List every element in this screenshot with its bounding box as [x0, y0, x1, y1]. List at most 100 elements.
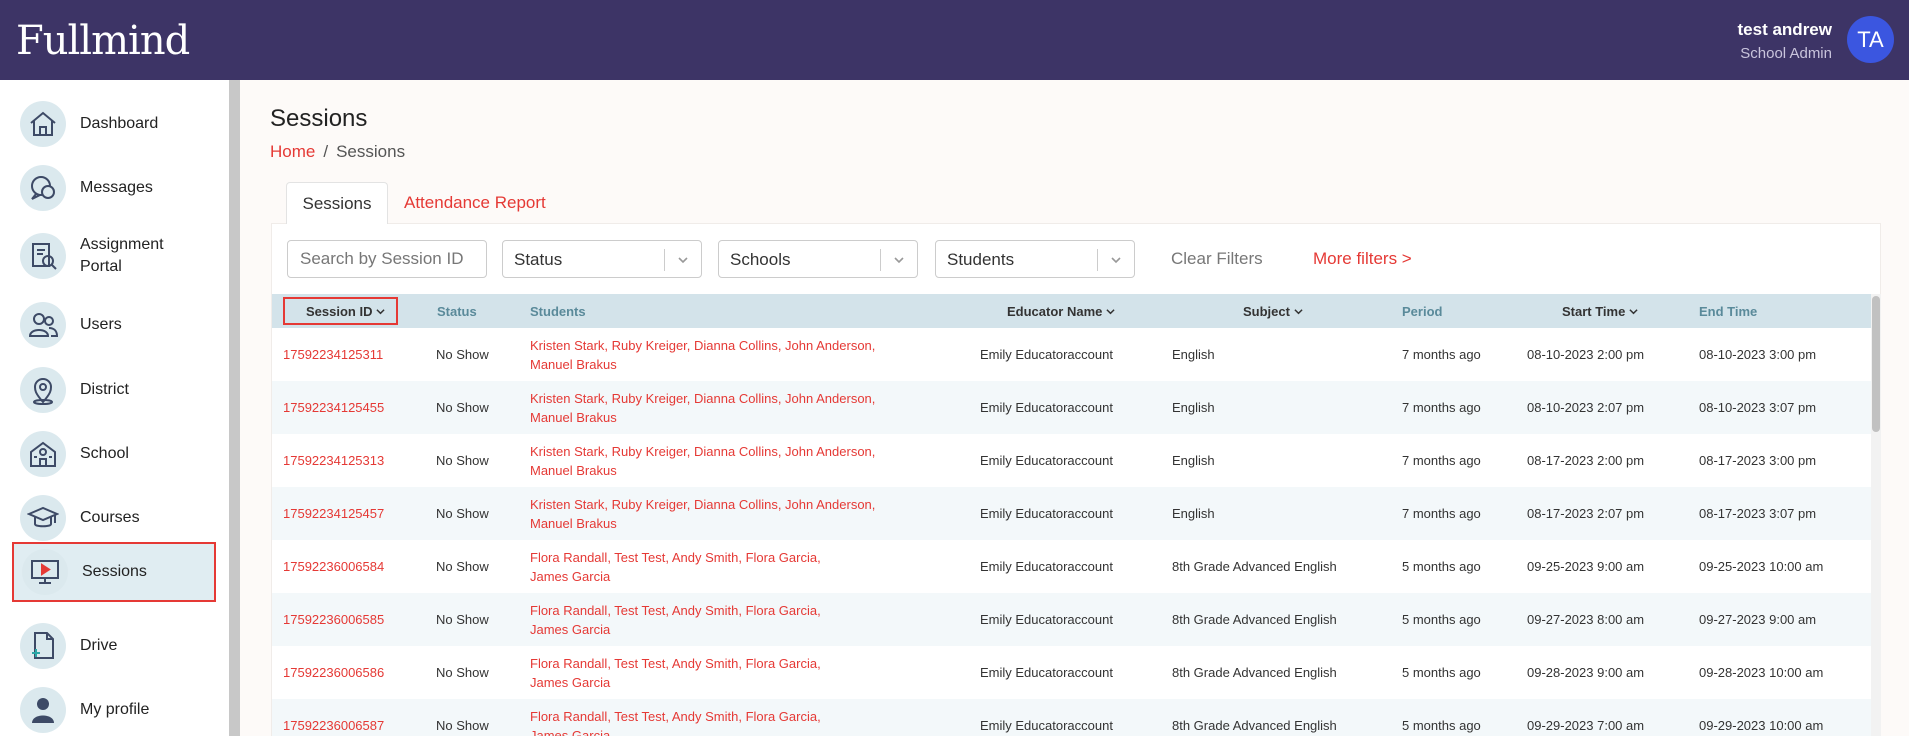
sidebar-item-sessions[interactable]: Sessions — [12, 542, 216, 602]
session-id-link[interactable]: 17592236006585 — [283, 612, 384, 627]
column-header-start-time[interactable]: Start Time — [1562, 294, 1638, 328]
students-line[interactable]: Manuel Brakus — [530, 408, 910, 427]
subject-cell: English — [1172, 453, 1215, 468]
sidebar-item-district[interactable]: District — [12, 361, 216, 419]
avatar[interactable]: TA — [1847, 16, 1894, 63]
students-line[interactable]: Manuel Brakus — [530, 514, 910, 533]
students-line[interactable]: Kristen Stark, Ruby Kreiger, Dianna Coll… — [530, 389, 910, 408]
subject-cell: English — [1172, 506, 1215, 521]
fullmind-logo[interactable]: Fullmind — [16, 18, 190, 64]
document-search-icon — [20, 233, 66, 279]
sidebar-item-assignment-portal[interactable]: Assignment Portal — [12, 223, 216, 289]
students-line[interactable]: Kristen Stark, Ruby Kreiger, Dianna Coll… — [530, 495, 910, 514]
table-row[interactable]: 17592236006584 No Show Flora Randall, Te… — [272, 540, 1871, 593]
students-line[interactable]: Manuel Brakus — [530, 461, 910, 480]
students-cell[interactable]: Kristen Stark, Ruby Kreiger, Dianna Coll… — [530, 389, 910, 427]
start-time-cell: 08-17-2023 2:07 pm — [1527, 506, 1645, 521]
students-line[interactable]: James Garcia — [530, 673, 910, 692]
start-time-cell: 09-28-2023 9:00 am — [1527, 665, 1645, 680]
session-id-link[interactable]: 17592236006586 — [283, 665, 384, 680]
students-line[interactable]: Flora Randall, Test Test, Andy Smith, Fl… — [530, 707, 910, 726]
sidebar-item-label: Assignment Portal — [80, 236, 164, 275]
session-id-link[interactable]: 17592234125455 — [283, 400, 384, 415]
page-title: Sessions — [270, 105, 368, 132]
table-row[interactable]: 17592234125455 No Show Kristen Stark, Ru… — [272, 381, 1871, 434]
session-id-sort-highlight — [283, 297, 398, 325]
session-id-link[interactable]: 17592234125311 — [283, 347, 383, 362]
subject-cell: English — [1172, 347, 1215, 362]
sidebar-item-my-profile[interactable]: My profile — [12, 681, 216, 736]
tab-attendance-report[interactable]: Attendance Report — [404, 182, 554, 224]
table-row[interactable]: 17592236006585 No Show Flora Randall, Te… — [272, 593, 1871, 646]
table-scrollbar-thumb[interactable] — [1872, 296, 1880, 432]
user-info[interactable]: test andrew School Admin — [1738, 20, 1832, 62]
students-line[interactable]: Flora Randall, Test Test, Andy Smith, Fl… — [530, 654, 910, 673]
sidebar-item-dashboard[interactable]: Dashboard — [12, 95, 216, 153]
session-id-link[interactable]: 17592236006584 — [283, 559, 384, 574]
column-label: Status — [437, 303, 477, 319]
period-cell: 7 months ago — [1402, 400, 1481, 415]
students-line[interactable]: James Garcia — [530, 726, 910, 736]
students-cell[interactable]: Flora Randall, Test Test, Andy Smith, Fl… — [530, 601, 910, 639]
sidebar-item-label: District — [80, 381, 129, 398]
students-line[interactable]: Flora Randall, Test Test, Andy Smith, Fl… — [530, 548, 910, 567]
students-line[interactable]: Flora Randall, Test Test, Andy Smith, Fl… — [530, 601, 910, 620]
students-cell[interactable]: Kristen Stark, Ruby Kreiger, Dianna Coll… — [530, 495, 910, 533]
status-select[interactable]: Status — [502, 240, 702, 278]
table-row[interactable]: 17592234125313 No Show Kristen Stark, Ru… — [272, 434, 1871, 487]
tab-sessions[interactable]: Sessions — [286, 182, 388, 224]
period-cell: 7 months ago — [1402, 506, 1481, 521]
students-line[interactable]: Kristen Stark, Ruby Kreiger, Dianna Coll… — [530, 336, 910, 355]
educator-cell: Emily Educatoraccount — [980, 718, 1113, 733]
column-header-subject[interactable]: Subject — [1243, 294, 1303, 328]
select-divider — [880, 249, 881, 271]
students-cell[interactable]: Kristen Stark, Ruby Kreiger, Dianna Coll… — [530, 442, 910, 480]
students-cell[interactable]: Flora Randall, Test Test, Andy Smith, Fl… — [530, 654, 910, 692]
column-header-period: Period — [1402, 294, 1442, 328]
status-select-label: Status — [514, 250, 563, 269]
status-cell: No Show — [436, 718, 489, 733]
breadcrumb-home-link[interactable]: Home — [270, 142, 315, 161]
table-row[interactable]: 17592236006587 No Show Flora Randall, Te… — [272, 699, 1871, 736]
end-time-cell: 08-10-2023 3:07 pm — [1699, 400, 1817, 415]
students-line[interactable]: Manuel Brakus — [530, 355, 910, 374]
students-cell[interactable]: Flora Randall, Test Test, Andy Smith, Fl… — [530, 548, 910, 586]
students-select-label: Students — [947, 250, 1015, 269]
session-id-link[interactable]: 17592234125457 — [283, 506, 384, 521]
period-cell: 5 months ago — [1402, 718, 1481, 733]
students-cell[interactable]: Flora Randall, Test Test, Andy Smith, Fl… — [530, 707, 910, 736]
schools-select-label: Schools — [730, 250, 791, 269]
sidebar-item-drive[interactable]: Drive — [12, 617, 216, 675]
sidebar-item-users[interactable]: Users — [12, 296, 216, 354]
monitor-play-icon — [22, 549, 68, 595]
students-line[interactable]: James Garcia — [530, 567, 910, 586]
user-icon — [20, 687, 66, 733]
end-time-cell: 09-25-2023 10:00 am — [1699, 559, 1824, 574]
table-row[interactable]: 17592236006586 No Show Flora Randall, Te… — [272, 646, 1871, 699]
status-cell: No Show — [436, 665, 489, 680]
clear-filters-button[interactable]: Clear Filters — [1171, 249, 1263, 269]
students-cell[interactable]: Kristen Stark, Ruby Kreiger, Dianna Coll… — [530, 336, 910, 374]
column-header-educator-name[interactable]: Educator Name — [1007, 294, 1115, 328]
more-filters-link[interactable]: More filters > — [1313, 249, 1412, 269]
sidebar-item-label: School — [80, 445, 129, 462]
students-line[interactable]: James Garcia — [530, 620, 910, 639]
column-header-status: Status — [437, 294, 477, 328]
table-row[interactable]: 17592234125457 No Show Kristen Stark, Ru… — [272, 487, 1871, 540]
students-select[interactable]: Students — [935, 240, 1135, 278]
session-id-link[interactable]: 17592236006587 — [283, 718, 384, 733]
column-header-students: Students — [530, 294, 586, 328]
table-row[interactable]: 17592234125311 No Show Kristen Stark, Ru… — [272, 328, 1871, 381]
schools-select[interactable]: Schools — [718, 240, 918, 278]
session-id-search-input[interactable] — [287, 240, 487, 278]
sidebar-item-messages[interactable]: Messages — [12, 159, 216, 217]
chevron-down-icon — [1111, 257, 1121, 264]
graduation-cap-icon — [20, 495, 66, 541]
chevron-down-icon — [1106, 308, 1115, 314]
sidebar-item-school[interactable]: School — [12, 425, 216, 483]
sidebar-item-courses[interactable]: Courses — [12, 489, 216, 547]
end-time-cell: 08-17-2023 3:07 pm — [1699, 506, 1817, 521]
session-id-link[interactable]: 17592234125313 — [283, 453, 384, 468]
students-line[interactable]: Kristen Stark, Ruby Kreiger, Dianna Coll… — [530, 442, 910, 461]
sidebar-scrollbar[interactable] — [229, 80, 240, 736]
